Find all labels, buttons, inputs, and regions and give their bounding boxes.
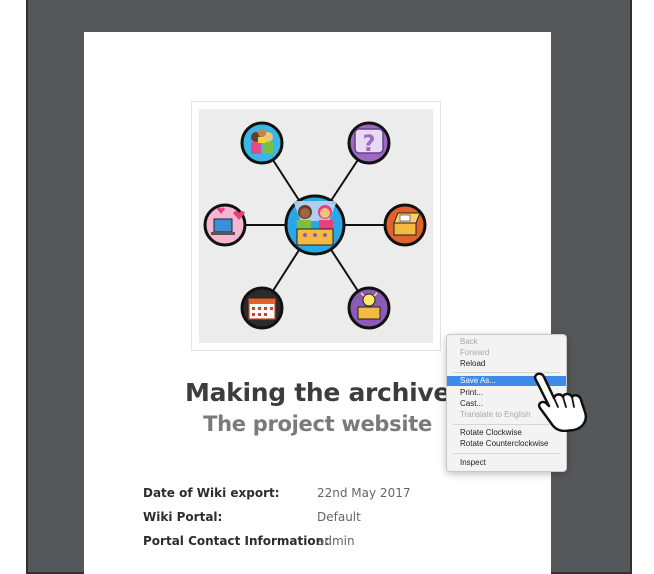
menu-item-rotate-counterclockwise[interactable]: Rotate Counterclockwise (447, 439, 566, 449)
laptop-with-hearts-icon (203, 203, 247, 247)
lightbulb-box-icon (347, 286, 391, 330)
group-of-people-icon (240, 121, 284, 165)
svg-text:?: ? (363, 132, 376, 157)
info-label: Portal Contact Information: (143, 534, 329, 548)
info-value: Default (317, 510, 361, 524)
info-label: Date of Wiki export: (143, 486, 280, 500)
hand-pointer-icon (533, 372, 588, 432)
menu-item-inspect[interactable]: Inspect (447, 458, 566, 468)
open-box-icon (383, 203, 427, 247)
info-value: admin (317, 534, 355, 548)
menu-item-back[interactable]: Back (447, 337, 566, 347)
document-page: ? Making the archive The project website… (84, 32, 551, 574)
menu-separator (453, 453, 560, 454)
diagram-frame: ? (191, 101, 441, 351)
question-mark-icon: ? (347, 121, 391, 165)
people-with-archive-box-icon (284, 194, 346, 256)
menu-item-forward[interactable]: Forward (447, 348, 566, 358)
info-row-wiki-portal: Wiki Portal: Default (143, 510, 543, 530)
info-row-export-date: Date of Wiki export: 22nd May 2017 (143, 486, 543, 506)
info-value: 22nd May 2017 (317, 486, 411, 500)
calendar-icon (240, 286, 284, 330)
hub-diagram: ? (199, 109, 433, 343)
info-label: Wiki Portal: (143, 510, 223, 524)
info-row-contact: Portal Contact Information: admin (143, 534, 543, 554)
